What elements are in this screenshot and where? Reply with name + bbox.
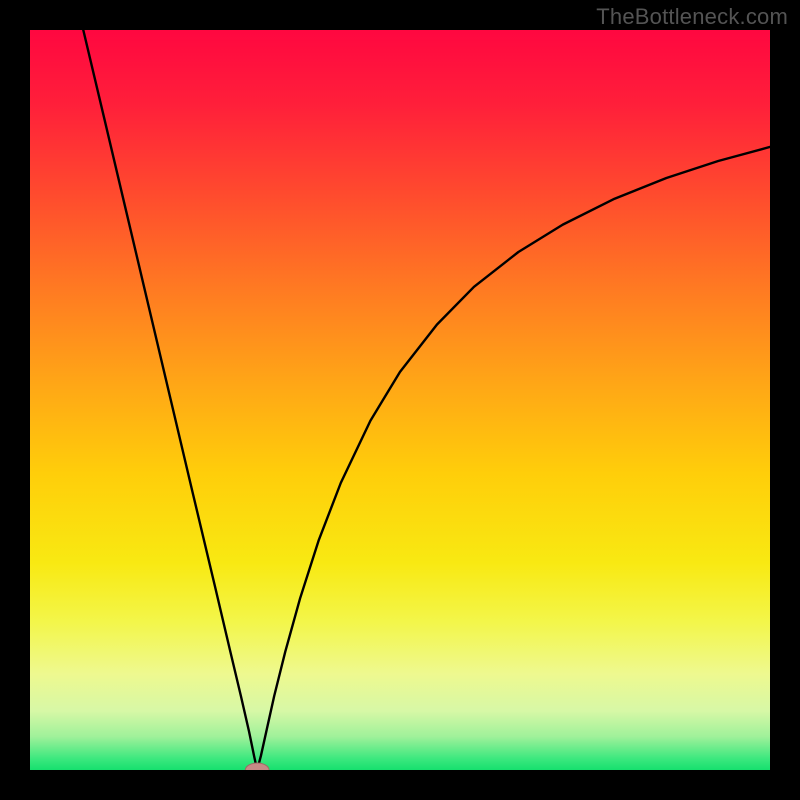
plot-area <box>30 30 770 770</box>
chart-frame: TheBottleneck.com <box>0 0 800 800</box>
watermark-label: TheBottleneck.com <box>596 4 788 30</box>
bottleneck-chart <box>30 30 770 770</box>
gradient-background <box>30 30 770 770</box>
